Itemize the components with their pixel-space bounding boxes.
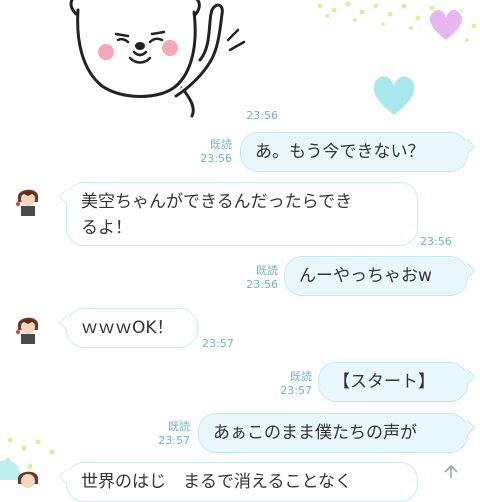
timestamp: 23:57 bbox=[280, 384, 312, 397]
message-text-line-2: るよ！ bbox=[81, 218, 132, 238]
avatar[interactable] bbox=[12, 184, 44, 216]
message-bubble-outgoing[interactable]: あ。もう今できない？ bbox=[240, 132, 476, 172]
share-icon[interactable] bbox=[442, 462, 460, 480]
message-1-read-status: 既読 23:56 bbox=[190, 138, 232, 166]
timestamp: 23:57 bbox=[202, 337, 234, 350]
read-receipt: 既読 bbox=[290, 370, 312, 383]
message-5-read-status: 既読 23:57 bbox=[270, 370, 312, 398]
message-text-line-1: 美空ちゃんができるんだったらでき bbox=[81, 192, 353, 212]
message-text: ｗｗｗOK！ bbox=[81, 318, 174, 338]
cyan-heart-icon bbox=[371, 74, 417, 118]
message-bubble-incoming[interactable]: 世界のはじ まるで消えることなく bbox=[58, 462, 418, 502]
message-bubble-outgoing[interactable]: あぁこのまま僕たちの声が bbox=[198, 413, 476, 453]
message-bubble-outgoing[interactable]: んーやっちゃおw bbox=[284, 256, 476, 296]
read-receipt: 既読 bbox=[256, 264, 278, 277]
timestamp: 23:56 bbox=[246, 278, 278, 291]
message-3-read-status: 既読 23:56 bbox=[236, 264, 278, 292]
timestamp: 23:56 bbox=[420, 235, 452, 248]
timestamp: 23:57 bbox=[158, 434, 190, 447]
message-bubble-outgoing[interactable]: 【スタート】 bbox=[318, 362, 476, 402]
avatar[interactable] bbox=[12, 312, 44, 344]
bear-waving-sticker[interactable] bbox=[62, 0, 252, 118]
message-bubble-incoming[interactable]: ｗｗｗOK！ bbox=[58, 308, 198, 348]
pink-heart-icon bbox=[428, 8, 464, 43]
message-bubble-incoming[interactable]: 美空ちゃんができるんだったらでき るよ！ bbox=[58, 182, 418, 246]
message-text: 世界のはじ まるで消えることなく bbox=[81, 472, 352, 492]
message-text: んーやっちゃおw bbox=[299, 266, 432, 286]
sticker-timestamp: 23:56 bbox=[246, 109, 278, 122]
avatar[interactable] bbox=[12, 466, 44, 498]
read-receipt: 既読 bbox=[210, 138, 232, 151]
message-text: あ。もう今できない？ bbox=[255, 142, 425, 162]
timestamp: 23:56 bbox=[200, 152, 232, 165]
read-receipt: 既読 bbox=[168, 420, 190, 433]
message-6-read-status: 既読 23:57 bbox=[148, 420, 190, 448]
message-text: あぁこのまま僕たちの声が bbox=[213, 423, 417, 443]
message-text: 【スタート】 bbox=[333, 372, 435, 392]
